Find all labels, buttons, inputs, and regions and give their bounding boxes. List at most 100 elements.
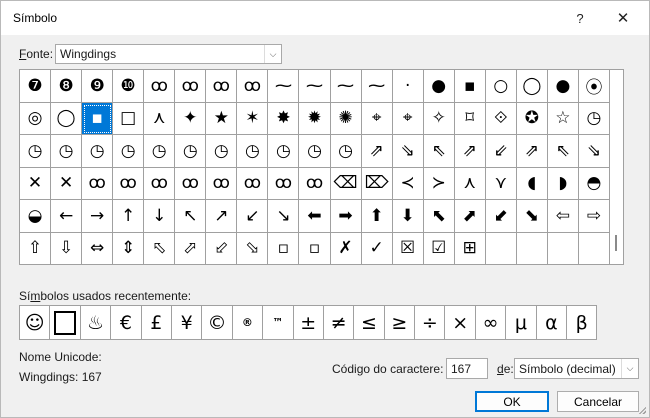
symbol-cell[interactable]: ◷ [206, 135, 238, 168]
symbol-cell[interactable] [578, 232, 610, 265]
symbol-cell[interactable]: ◷ [82, 135, 114, 168]
cancel-button[interactable]: Cancelar [557, 391, 639, 412]
symbol-cell[interactable]: ⇧ [20, 232, 52, 265]
symbol-cell[interactable]: ● [547, 70, 579, 103]
symbol-cell[interactable]: ← [51, 200, 83, 233]
symbol-grid-scrollbar[interactable] [610, 69, 624, 265]
symbol-cell[interactable]: ꝏ [113, 167, 145, 200]
recent-symbol-cell[interactable]: β [567, 306, 598, 340]
symbol-cell[interactable]: ✶ [237, 102, 269, 135]
symbol-cell[interactable]: ⇦ [547, 200, 579, 233]
symbol-cell[interactable]: ▫ [299, 232, 331, 265]
symbol-cell[interactable]: ≺ [392, 167, 424, 200]
symbol-cell[interactable]: ↗ [206, 200, 238, 233]
close-button[interactable]: ✕ [606, 5, 640, 31]
symbol-cell[interactable]: ◷ [175, 135, 207, 168]
symbol-cell[interactable]: ⬂ [237, 232, 269, 265]
from-dropdown[interactable]: Símbolo (decimal) ⌵ [514, 358, 639, 379]
scrollbar-thumb[interactable] [615, 235, 617, 251]
symbol-cell[interactable]: ◖ [516, 167, 548, 200]
recent-symbol-cell[interactable]: ∞ [475, 306, 507, 340]
symbol-cell[interactable]: ✦ [175, 102, 207, 135]
recent-symbol-cell[interactable]: ≤ [354, 306, 385, 340]
recent-symbol-cell[interactable]: ≠ [323, 306, 355, 340]
recent-symbol-cell[interactable]: ♨ [80, 306, 112, 340]
recent-symbol-cell[interactable]: × [445, 306, 476, 340]
symbol-cell[interactable]: · [392, 70, 424, 103]
symbol-cell[interactable]: ➡ [330, 200, 362, 233]
symbol-cell[interactable]: ◎ [20, 102, 52, 135]
symbol-cell[interactable]: ⇘ [392, 135, 424, 168]
char-code-input[interactable]: 167 [446, 358, 488, 379]
symbol-cell[interactable]: ⬇ [392, 200, 424, 233]
chevron-down-icon[interactable]: ⌵ [621, 359, 638, 378]
symbol-cell[interactable]: ⬉ [423, 200, 455, 233]
symbol-cell[interactable]: → [82, 200, 114, 233]
symbol-cell[interactable]: ⇙ [485, 135, 517, 168]
symbol-cell[interactable]: ◷ [144, 135, 176, 168]
symbol-cell[interactable]: ⌖ [361, 102, 393, 135]
symbol-cell[interactable]: ⇗ [454, 135, 486, 168]
symbol-cell[interactable]: ↓ [144, 200, 176, 233]
symbol-cell[interactable]: ◷ [20, 135, 52, 168]
font-dropdown[interactable]: Wingdings ⌵ [55, 44, 283, 64]
symbol-cell[interactable]: ✧ [423, 102, 455, 135]
symbol-cell[interactable]: ⇖ [547, 135, 579, 168]
symbol-cell[interactable]: ꝏ [237, 70, 269, 103]
symbol-cell[interactable] [547, 232, 579, 265]
symbol-cell[interactable]: ❾ [82, 70, 114, 103]
symbol-cell[interactable]: ☑ [423, 232, 455, 265]
symbol-cell[interactable]: ◯ [51, 102, 83, 135]
symbol-cell[interactable]: ⬅ [299, 200, 331, 233]
symbol-cell[interactable]: ↑ [113, 200, 145, 233]
symbol-cell[interactable]: ↖ [175, 200, 207, 233]
symbol-cell[interactable]: ☒ [392, 232, 424, 265]
symbol-cell[interactable]: ✕ [51, 167, 83, 200]
symbol-cell[interactable]: ≻ [423, 167, 455, 200]
recent-symbol-cell[interactable]: £ [141, 306, 172, 340]
symbol-cell[interactable]: ◗ [547, 167, 579, 200]
chevron-down-icon[interactable]: ⌵ [264, 45, 281, 63]
symbol-cell[interactable]: ✹ [299, 102, 331, 135]
symbol-cell[interactable]: ◓ [578, 167, 610, 200]
symbol-cell[interactable]: ⦿ [578, 70, 610, 103]
symbol-cell[interactable]: ⋏ [144, 102, 176, 135]
symbol-cell[interactable]: ⁓ [361, 70, 393, 103]
recent-symbol-cell[interactable]: ± [293, 306, 324, 340]
symbol-cell[interactable]: ⁓ [299, 70, 331, 103]
symbol-cell[interactable]: ⁓ [268, 70, 300, 103]
symbol-cell[interactable]: ○ [485, 70, 517, 103]
symbol-cell[interactable]: ◯ [516, 70, 548, 103]
symbol-cell[interactable]: ❼ [20, 70, 52, 103]
symbol-cell[interactable]: ꝏ [144, 167, 176, 200]
symbol-cell[interactable]: ⌦ [361, 167, 393, 200]
symbol-cell[interactable]: ꝏ [82, 167, 114, 200]
symbol-cell[interactable]: ꝏ [144, 70, 176, 103]
symbol-cell[interactable] [485, 232, 517, 265]
recent-symbol-cell[interactable]: α [536, 306, 568, 340]
symbol-cell[interactable]: ▪ [454, 70, 486, 103]
symbol-cell[interactable]: ⋎ [485, 167, 517, 200]
symbol-cell[interactable]: ⊞ [454, 232, 486, 265]
recent-symbol-cell[interactable]: ☺ [20, 306, 51, 340]
symbol-cell[interactable]: ⬈ [454, 200, 486, 233]
symbol-cell[interactable]: ◒ [20, 200, 52, 233]
symbol-cell[interactable]: ⁓ [330, 70, 362, 103]
symbol-cell[interactable]: ⇖ [423, 135, 455, 168]
symbol-cell[interactable]: ꝏ [175, 70, 207, 103]
symbol-cell[interactable]: ↘ [268, 200, 300, 233]
symbol-cell[interactable]: □ [113, 102, 145, 135]
symbol-cell[interactable]: ▫ [268, 232, 300, 265]
resize-grip-icon[interactable] [638, 406, 646, 414]
symbol-cell[interactable]: ꝏ [206, 167, 238, 200]
symbol-cell[interactable]: ◷ [299, 135, 331, 168]
recent-symbol-cell[interactable]: € [111, 306, 142, 340]
symbol-cell[interactable]: ⬃ [206, 232, 238, 265]
recent-symbol-cell[interactable]: ¥ [171, 306, 203, 340]
symbol-cell[interactable]: ◷ [578, 102, 610, 135]
symbol-cell[interactable]: ✸ [268, 102, 300, 135]
symbol-cell[interactable]: ◷ [330, 135, 362, 168]
symbol-cell[interactable]: ⋏ [454, 167, 486, 200]
symbol-grid[interactable]: ❼ ❽ ❾ ❿ ꝏ ꝏ ꝏ ꝏ ⁓ ⁓ ⁓ ⁓ · ● ▪ ○ ◯ ● ⦿ ◎ ◯ ▪ □ ⋏ ✦ ★ ✶ ✸ ✹ ✺ ⌖ ⌖ ✧ ⌑ ⟐ ✪ ☆ ◷ ◷ ◷… [19, 69, 610, 265]
symbol-cell[interactable]: ꝏ [237, 167, 269, 200]
